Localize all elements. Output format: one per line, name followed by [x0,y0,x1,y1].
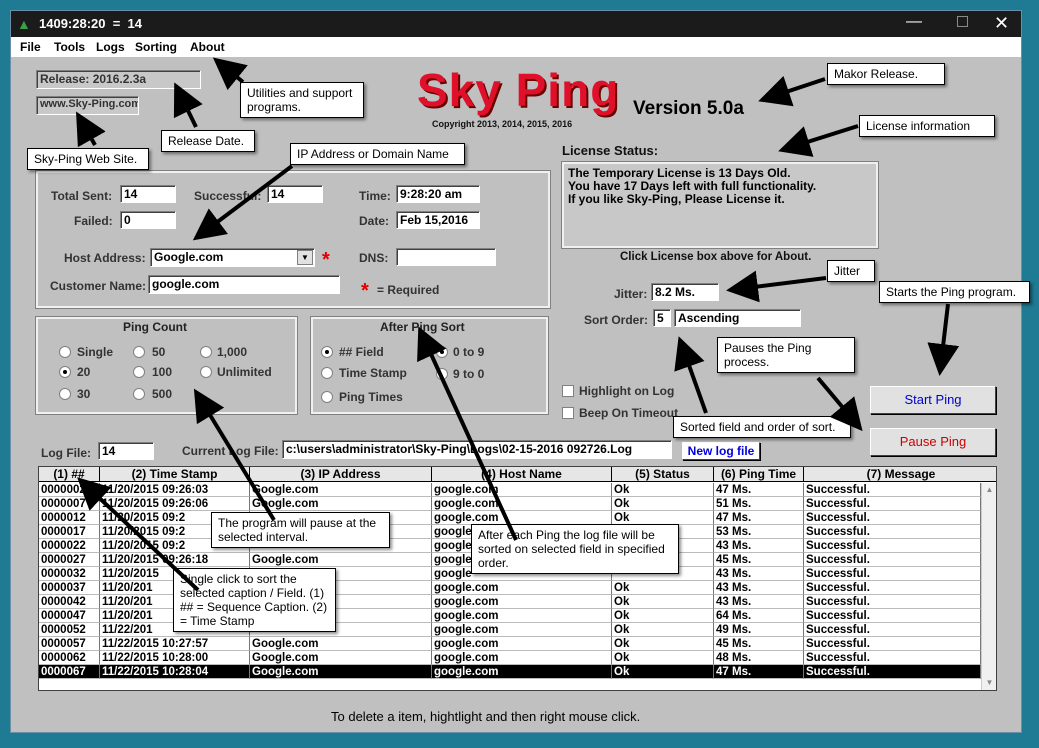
arrow-pause-interval [193,388,276,522]
arrow-sorted [674,336,708,414]
arrow-license [778,124,859,157]
arrow-utilities [212,57,248,91]
arrow-single-click [77,477,200,592]
arrow-release-date [173,82,203,128]
annotation-arrows [76,57,960,592]
arrow-jitter [726,270,827,303]
arrow-ip [192,164,294,241]
arrow-website [76,111,106,148]
arrow-makor [758,75,826,107]
arrow-after-each [417,326,518,541]
arrow-pauses [816,376,863,432]
arrow-starts [927,303,960,376]
